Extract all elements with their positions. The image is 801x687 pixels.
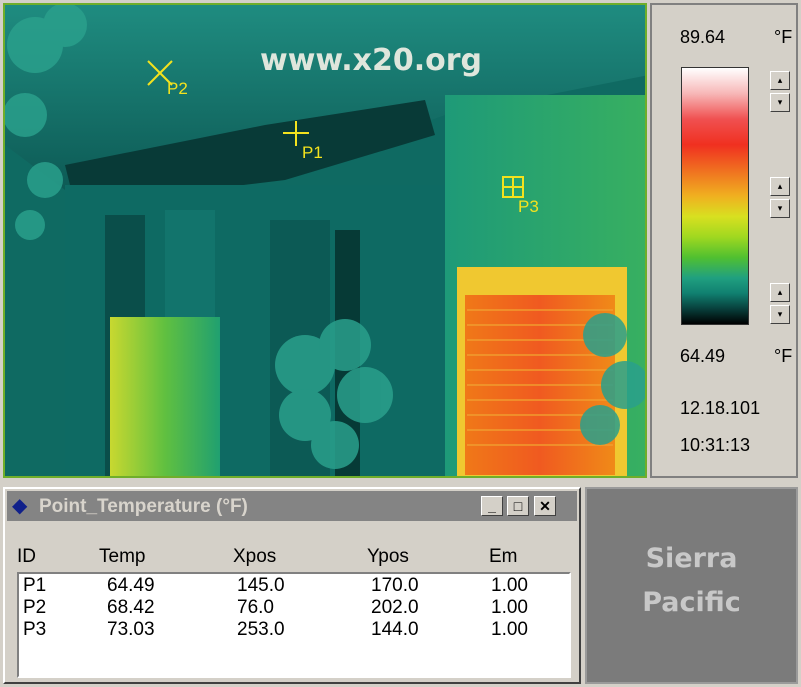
marker-label-p3: P3 <box>518 197 539 216</box>
point-list[interactable]: P1 64.49 145.0 170.0 1.00 P2 68.42 76.0 … <box>17 572 571 678</box>
column-header-ypos: Ypos <box>367 546 409 567</box>
brand-line-2: Pacific <box>642 587 741 618</box>
capture-date: 12.18.101 <box>680 398 761 418</box>
watermark: www.x20.org <box>260 43 482 78</box>
brand-panel: Sierra Pacific <box>585 487 798 684</box>
brand-line-1: Sierra <box>645 543 738 574</box>
column-header-temp: Temp <box>99 546 146 567</box>
close-button[interactable]: ✕ <box>534 496 556 516</box>
min-temp-unit: °F <box>774 346 793 366</box>
cell-em: 1.00 <box>491 619 528 640</box>
cell-id: P2 <box>23 597 47 618</box>
point-temperature-window: ◆ Point_Temperature (°F) _ □ ✕ ID Temp X… <box>3 487 581 684</box>
cell-em: 1.00 <box>491 575 528 596</box>
window-titlebar[interactable]: ◆ Point_Temperature (°F) _ □ ✕ <box>7 491 577 521</box>
cell-em: 1.00 <box>491 597 528 618</box>
cell-temp: 73.03 <box>107 619 155 640</box>
window-app-icon: ◆ <box>12 495 28 517</box>
min-spinner[interactable]: ▴ ▾ <box>770 283 790 325</box>
color-scale-bar <box>681 67 749 325</box>
cell-temp: 68.42 <box>107 597 155 618</box>
marker-label-p1: P1 <box>302 143 323 162</box>
color-scale-panel: 89.64 °F ▴ ▾ ▴ ▾ ▴ ▾ 64.49 °F 12.18.101 … <box>650 3 798 478</box>
min-up-button[interactable]: ▴ <box>770 283 790 302</box>
maximize-button[interactable]: □ <box>507 496 529 516</box>
minimize-button[interactable]: _ <box>481 496 503 516</box>
cell-xpos: 253.0 <box>237 619 285 640</box>
cell-id: P1 <box>23 575 47 596</box>
column-header-xpos: Xpos <box>233 546 277 567</box>
min-down-button[interactable]: ▾ <box>770 305 790 324</box>
cell-ypos: 170.0 <box>371 575 419 596</box>
cell-xpos: 76.0 <box>237 597 274 618</box>
mid-down-button[interactable]: ▾ <box>770 199 790 218</box>
min-temp-value: 64.49 <box>680 346 726 366</box>
cell-id: P3 <box>23 619 47 640</box>
cell-ypos: 144.0 <box>371 619 419 640</box>
cell-temp: 64.49 <box>107 575 155 596</box>
window-title: Point_Temperature (°F) <box>39 496 248 517</box>
cell-ypos: 202.0 <box>371 597 419 618</box>
column-header-id: ID <box>17 546 36 567</box>
max-up-button[interactable]: ▴ <box>770 71 790 90</box>
cell-xpos: 145.0 <box>237 575 285 596</box>
max-temp-unit: °F <box>774 27 793 47</box>
mid-up-button[interactable]: ▴ <box>770 177 790 196</box>
marker-label-p2: P2 <box>167 79 188 98</box>
max-spinner[interactable]: ▴ ▾ <box>770 71 790 113</box>
thermal-image-view[interactable]: www.x20.org P1 P2 P3 <box>3 3 647 478</box>
max-down-button[interactable]: ▾ <box>770 93 790 112</box>
max-temp-value: 89.64 <box>680 27 726 47</box>
column-header-em: Em <box>489 546 518 567</box>
mid-spinner[interactable]: ▴ ▾ <box>770 177 790 219</box>
capture-time: 10:31:13 <box>680 435 751 455</box>
